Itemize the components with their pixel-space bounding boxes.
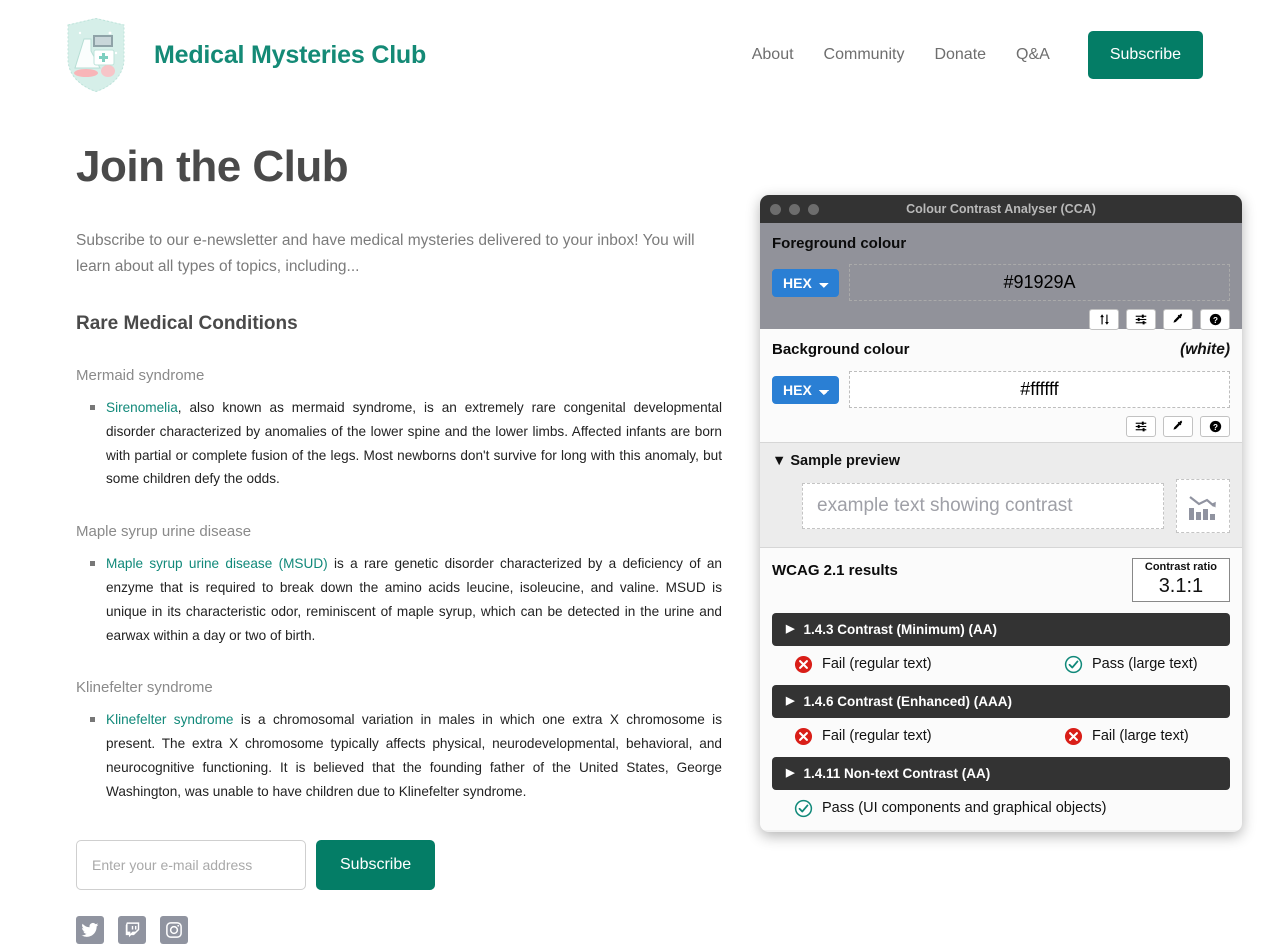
cca-titlebar[interactable]: Colour Contrast Analyser (CCA) bbox=[760, 195, 1242, 223]
close-icon[interactable] bbox=[770, 203, 781, 215]
shield-lab-logo-icon bbox=[60, 13, 132, 97]
twitter-icon[interactable] bbox=[76, 915, 104, 944]
help-icon[interactable]: ? bbox=[1200, 416, 1230, 437]
background-colour-section: Background colour (white) HEX #ffffff ? bbox=[760, 329, 1242, 443]
condition-body: , also known as mermaid syndrome, is an … bbox=[106, 400, 722, 487]
site-header: Medical Mysteries Club About Community D… bbox=[0, 0, 1275, 97]
nav-item-about[interactable]: About bbox=[752, 46, 794, 64]
condition-heading-mermaid-syndrome: Mermaid syndrome bbox=[76, 367, 205, 385]
subscribe-nav-button[interactable]: Subscribe bbox=[1087, 31, 1203, 79]
criterion-1-4-3-results: Fail (regular text) Pass (large text) bbox=[772, 655, 1230, 674]
result-item: Fail (large text) bbox=[1064, 727, 1189, 746]
criterion-1-4-6-header[interactable]: ▶ 1.4.6 Contrast (Enhanced) (AAA) bbox=[772, 684, 1230, 718]
background-icon-row: ? bbox=[772, 416, 1230, 437]
background-colour-input[interactable] bbox=[849, 371, 1230, 408]
bar-chart-declining-icon bbox=[1176, 479, 1230, 533]
result-text: Fail (large text) bbox=[1092, 728, 1189, 745]
result-text: Fail (regular text) bbox=[822, 728, 932, 745]
swap-arrows-icon[interactable] bbox=[1089, 309, 1119, 330]
foreground-colour-label: Foreground colour bbox=[772, 235, 907, 252]
condition-link-sirenomelia[interactable]: Sirenomelia bbox=[106, 400, 178, 415]
cca-window-title: Colour Contrast Analyser (CCA) bbox=[906, 202, 1096, 216]
nav-item-community[interactable]: Community bbox=[824, 46, 905, 64]
wcag-results-section: WCAG 2.1 results Contrast ratio 3.1:1 ▶ … bbox=[760, 548, 1242, 830]
wcag-results-label: WCAG 2.1 results bbox=[772, 562, 898, 579]
condition-list-maple-syrup-urine-disease: Maple syrup urine disease (MSUD) is a ra… bbox=[76, 552, 722, 647]
criterion-1-4-11-header[interactable]: ▶ 1.4.11 Non-text Contrast (AA) bbox=[772, 756, 1230, 790]
condition-list-mermaid-syndrome: Sirenomelia, also known as mermaid syndr… bbox=[76, 396, 722, 491]
section-heading: Rare Medical Conditions bbox=[76, 313, 298, 335]
criterion-title: 1.4.6 Contrast (Enhanced) (AAA) bbox=[803, 693, 1012, 709]
sample-text: example text showing contrast bbox=[802, 483, 1164, 529]
result-text: Fail (regular text) bbox=[822, 656, 932, 673]
svg-text:?: ? bbox=[1213, 423, 1218, 432]
contrast-ratio-box: Contrast ratio 3.1:1 bbox=[1131, 558, 1230, 602]
sample-preview-toggle[interactable]: ▼ Sample preview bbox=[772, 453, 1230, 469]
condition-link-msud[interactable]: Maple syrup urine disease (MSUD) bbox=[106, 556, 328, 571]
list-item: Klinefelter syndrome is a chromosomal va… bbox=[90, 708, 722, 803]
page-title: Join the Club bbox=[76, 142, 349, 191]
svg-text:?: ? bbox=[1213, 316, 1218, 325]
chevron-right-icon: ▶ bbox=[786, 622, 795, 635]
criterion-1-4-3-header[interactable]: ▶ 1.4.3 Contrast (Minimum) (AA) bbox=[772, 612, 1230, 646]
email-field[interactable] bbox=[76, 839, 306, 890]
condition-heading-maple-syrup-urine-disease: Maple syrup urine disease bbox=[76, 523, 252, 541]
result-item: Fail (regular text) bbox=[794, 727, 1064, 746]
criterion-title: 1.4.11 Non-text Contrast (AA) bbox=[803, 765, 991, 781]
nav-item-donate[interactable]: Donate bbox=[934, 46, 986, 64]
intro-paragraph: Subscribe to our e-newsletter and have m… bbox=[76, 232, 695, 275]
maximize-icon[interactable] bbox=[808, 203, 819, 215]
foreground-colour-input[interactable] bbox=[849, 264, 1230, 301]
contrast-ratio-value: 3.1:1 bbox=[1158, 574, 1204, 597]
eyedropper-icon[interactable] bbox=[1163, 416, 1193, 437]
condition-link-klinefelter[interactable]: Klinefelter syndrome bbox=[106, 712, 234, 727]
result-item: Pass (large text) bbox=[1064, 655, 1198, 674]
sample-preview-section: ▼ Sample preview example text showing co… bbox=[760, 443, 1242, 548]
background-colour-label: Background colour bbox=[772, 341, 910, 358]
brand[interactable]: Medical Mysteries Club bbox=[60, 13, 426, 97]
eyedropper-icon[interactable] bbox=[1163, 309, 1193, 330]
contrast-ratio-caption: Contrast ratio bbox=[1144, 561, 1217, 573]
fail-icon bbox=[1064, 727, 1083, 746]
pass-icon bbox=[1064, 655, 1083, 674]
cca-window: Colour Contrast Analyser (CCA) Foregroun… bbox=[760, 195, 1242, 832]
fail-icon bbox=[794, 655, 813, 674]
help-icon[interactable]: ? bbox=[1200, 309, 1230, 330]
condition-heading-klinefelter-syndrome: Klinefelter syndrome bbox=[76, 679, 213, 697]
foreground-format-select[interactable]: HEX bbox=[772, 268, 839, 297]
fail-icon bbox=[794, 727, 813, 746]
chevron-right-icon: ▶ bbox=[786, 766, 795, 779]
pass-icon bbox=[794, 799, 813, 818]
foreground-icon-row: ? bbox=[772, 309, 1230, 330]
result-item: Pass (UI components and graphical object… bbox=[794, 799, 1107, 818]
result-text: Pass (UI components and graphical object… bbox=[822, 800, 1107, 817]
nav-item-qa[interactable]: Q&A bbox=[1016, 46, 1050, 64]
main-nav: About Community Donate Q&A Subscribe bbox=[752, 31, 1203, 79]
background-colour-note: (white) bbox=[1180, 341, 1230, 358]
sample-preview-label: Sample preview bbox=[790, 453, 900, 469]
result-text: Pass (large text) bbox=[1092, 656, 1198, 673]
minimize-icon[interactable] bbox=[789, 203, 800, 215]
criterion-1-4-11-results: Pass (UI components and graphical object… bbox=[772, 799, 1230, 818]
criterion-title: 1.4.3 Contrast (Minimum) (AA) bbox=[803, 621, 997, 637]
chevron-right-icon: ▶ bbox=[786, 694, 795, 707]
social-links bbox=[76, 915, 700, 944]
subscribe-submit-button[interactable]: Subscribe bbox=[316, 839, 436, 890]
foreground-colour-section: Foreground colour HEX #91929A ? bbox=[760, 223, 1242, 330]
chevron-down-icon: ▼ bbox=[772, 453, 787, 469]
background-format-select[interactable]: HEX bbox=[772, 375, 839, 404]
condition-list-klinefelter-syndrome: Klinefelter syndrome is a chromosomal va… bbox=[76, 708, 722, 803]
list-item: Sirenomelia, also known as mermaid syndr… bbox=[90, 396, 722, 491]
list-item: Maple syrup urine disease (MSUD) is a ra… bbox=[90, 552, 722, 647]
subscribe-form: Subscribe bbox=[76, 839, 700, 890]
instagram-icon[interactable] bbox=[160, 915, 188, 944]
criterion-1-4-6-results: Fail (regular text) Fail (large text) bbox=[772, 727, 1230, 746]
window-controls bbox=[770, 203, 819, 215]
sliders-icon[interactable] bbox=[1126, 309, 1156, 330]
result-item: Fail (regular text) bbox=[794, 655, 1064, 674]
brand-title: Medical Mysteries Club bbox=[154, 40, 427, 69]
twitch-icon[interactable] bbox=[118, 915, 146, 944]
main-content: Join the Club Subscribe to our e-newslet… bbox=[0, 142, 722, 944]
sliders-icon[interactable] bbox=[1126, 416, 1156, 437]
